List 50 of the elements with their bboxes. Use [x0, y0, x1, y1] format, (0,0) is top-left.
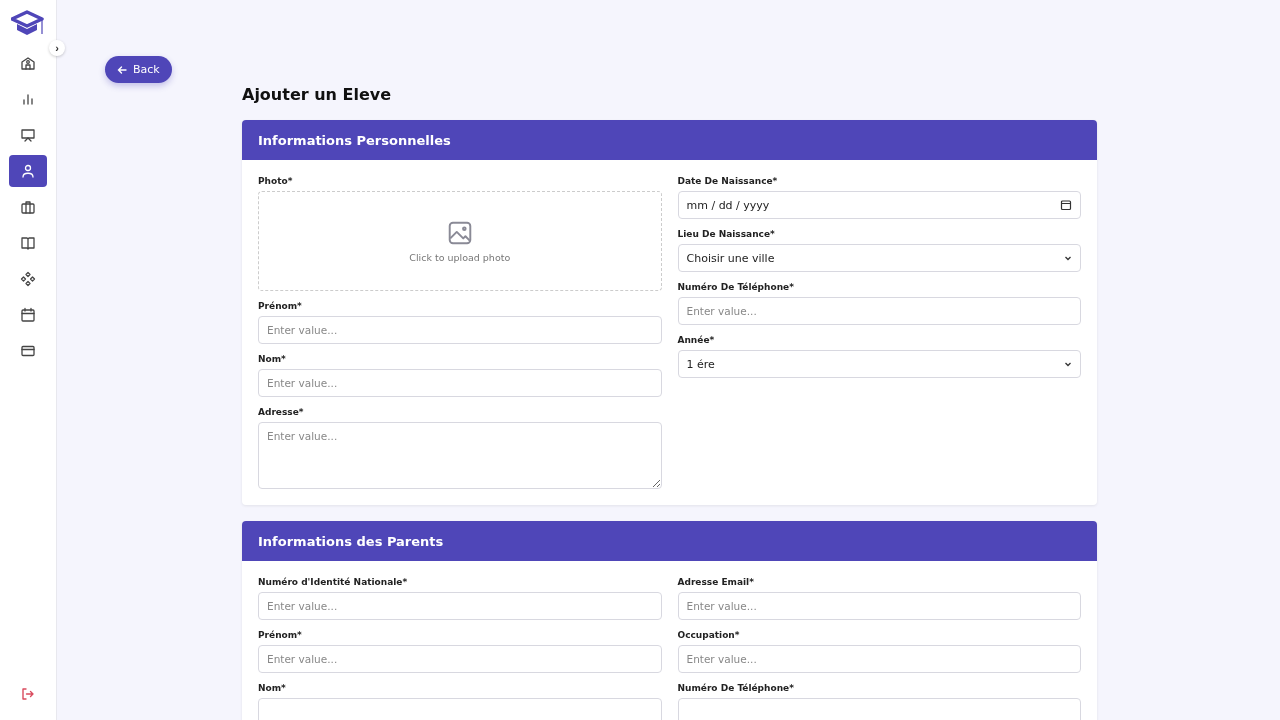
image-icon [446, 219, 473, 246]
field-label: Numéro d'Identité Nationale* [258, 577, 409, 587]
logo-icon [11, 10, 45, 38]
field-label: Date De Naissance* [677, 176, 779, 186]
field-label: Nom* [258, 354, 287, 364]
diamond-grid-icon [20, 271, 36, 287]
input-field[interactable]: Enter value... [258, 369, 662, 397]
sidebar-item[interactable] [9, 155, 47, 187]
field-label: Lieu De Naissance* [677, 229, 776, 239]
calendar-icon [1060, 199, 1072, 211]
person-icon [20, 163, 36, 179]
page-title: Ajouter un Eleve [242, 85, 393, 104]
presentation-board-icon [20, 127, 36, 143]
field-label: Année* [677, 335, 716, 345]
input-field[interactable]: Enter value... [258, 316, 662, 344]
calendar-icon [20, 307, 36, 323]
select-field[interactable]: Choisir une ville [677, 244, 1081, 272]
briefcase-icon [20, 199, 36, 215]
input-field[interactable] [258, 698, 662, 720]
field-label: Photo* [258, 176, 294, 186]
date-field[interactable]: mm / dd / yyyy [677, 191, 1081, 219]
select-field[interactable]: 1 ére [677, 350, 1081, 378]
input-field[interactable]: Enter value... [677, 592, 1081, 620]
input-field[interactable]: Enter value... [258, 645, 662, 673]
arrow-left-icon [117, 64, 127, 75]
field-label: Numéro De Téléphone* [677, 683, 795, 693]
section-title: Informations Personnelles [258, 132, 451, 148]
chevron-down-icon [1064, 360, 1072, 368]
field-label: Adresse Email* [677, 577, 755, 587]
upload-hint: Click to upload photo [409, 251, 511, 263]
book-icon [20, 235, 36, 251]
field-label: Adresse* [258, 407, 305, 417]
credit-card-icon [20, 343, 36, 359]
input-field[interactable] [677, 698, 1081, 720]
field-label: Occupation* [677, 630, 741, 640]
chevron-down-icon [1064, 254, 1072, 262]
field-label: Prénom* [258, 630, 303, 640]
input-field[interactable]: Enter value... [677, 297, 1081, 325]
back-button[interactable]: Back [105, 56, 172, 83]
field-label: Prénom* [258, 301, 303, 311]
input-field[interactable]: Enter value... [258, 592, 662, 620]
section-title: Informations des Parents [258, 533, 444, 549]
textarea-field[interactable]: Enter value... [258, 422, 662, 489]
field-label: Numéro De Téléphone* [677, 282, 795, 292]
logout-icon[interactable] [22, 688, 34, 700]
field-label: Nom* [258, 683, 287, 693]
input-field[interactable]: Enter value... [677, 645, 1081, 673]
school-icon [20, 55, 36, 71]
sidebar-toggle-button[interactable]: › [49, 40, 65, 56]
photo-upload-area[interactable]: Click to upload photo [258, 191, 662, 291]
